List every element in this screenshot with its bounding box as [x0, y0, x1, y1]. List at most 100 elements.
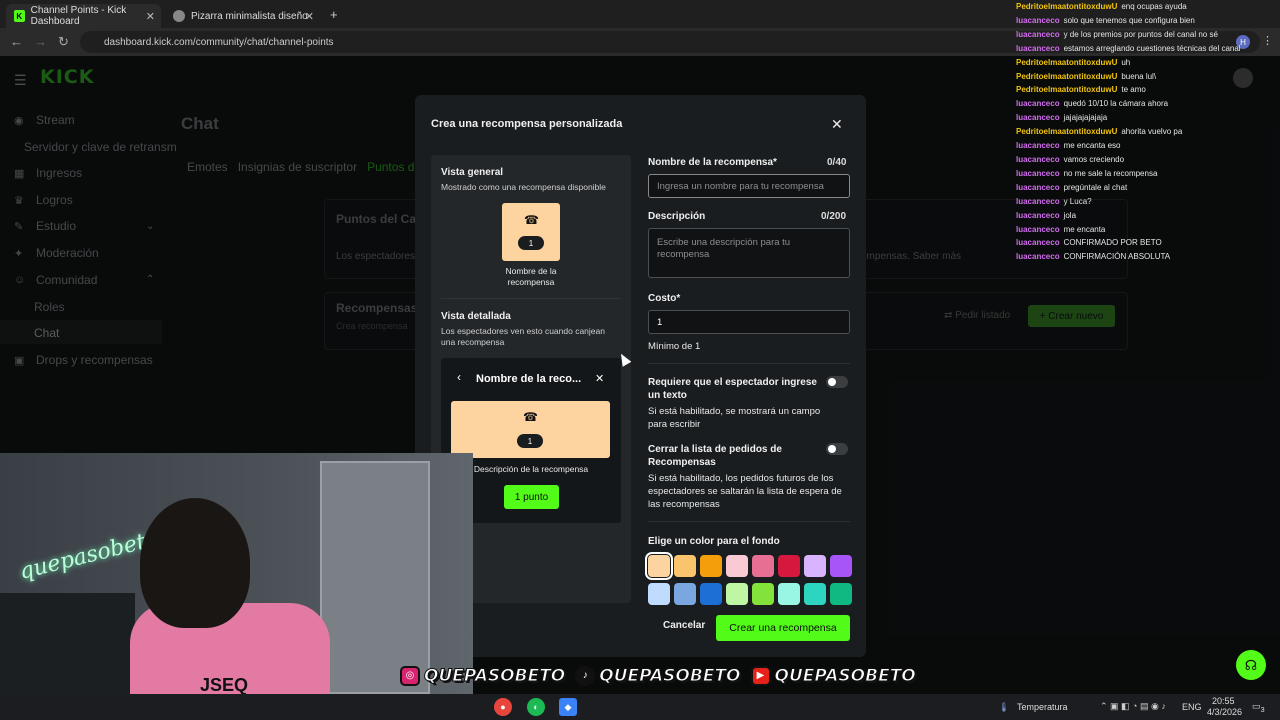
help-chat-icon[interactable]: ☊	[1236, 650, 1266, 680]
instagram-icon: ◎	[400, 665, 420, 686]
windows-taskbar: ● ◐ ◆ 🌡 Temperatura ⌃ ▣ ◧ ◔ ▤ ◉ ♪ ENG 20…	[0, 694, 1280, 720]
chat-message: luacanceco jola	[1016, 209, 1280, 223]
cancel-button[interactable]: Cancelar	[663, 620, 705, 631]
color-label: Elige un color para el fondo	[648, 536, 780, 547]
chat-username: luacanceco	[1016, 252, 1060, 262]
weather-text[interactable]: Temperatura	[1017, 702, 1068, 712]
tab-pizarra[interactable]: Pizarra minimalista diseño ✕	[165, 4, 320, 28]
color-swatch[interactable]	[674, 555, 696, 577]
detail-view-title: Vista detallada	[441, 311, 511, 322]
chat-message: luacanceco me encanta eso	[1016, 139, 1280, 153]
chat-username: luacanceco	[1016, 182, 1060, 192]
close-tab-icon[interactable]: ✕	[146, 10, 155, 23]
back-icon[interactable]: ←	[10, 34, 23, 49]
clock-time[interactable]: 20:55	[1212, 696, 1235, 706]
chat-username: PedritoelmaatontitoxduwU	[1016, 85, 1118, 95]
chat-text: me encanta eso	[1063, 141, 1121, 151]
tab-channel-points[interactable]: K Channel Points - Kick Dashboard ✕	[6, 4, 161, 28]
chat-message: luacanceco jajajajajajaja	[1016, 111, 1280, 125]
close-icon[interactable]: ✕	[831, 116, 843, 133]
color-swatch[interactable]	[645, 552, 673, 580]
cost-input[interactable]: 1	[648, 310, 850, 334]
chat-text: vamos creciendo	[1063, 154, 1125, 164]
color-swatch[interactable]	[804, 555, 826, 577]
tab-title: Pizarra minimalista diseño	[191, 10, 308, 22]
modal-title: Crea una recompensa personalizada	[431, 118, 623, 130]
reload-icon[interactable]: ↻	[58, 34, 69, 50]
divider	[648, 521, 850, 522]
require-text-help: Si está habilitado, se mostrará un campo…	[648, 406, 821, 430]
create-reward-button[interactable]: Crear una recompensa	[716, 615, 850, 641]
chat-username: PedritoelmaatontitoxduwU	[1016, 71, 1118, 81]
cost-pill: 1	[518, 236, 544, 250]
placeholder: Ingresa un nombre para tu recompensa	[657, 180, 824, 192]
close-list-label: Cerrar la lista de pedidos de Recompensa…	[648, 444, 782, 468]
chat-message: luacanceco me encanta	[1016, 223, 1280, 237]
chat-message: PedritoelmaatontitoxduwU enq ocupas ayuda	[1016, 0, 1280, 14]
app-blue-icon[interactable]: ◆	[559, 698, 577, 716]
chrome-icon[interactable]: ●	[494, 698, 512, 716]
chat-text: ahorita vuelvo pa	[1121, 127, 1183, 137]
close-tab-icon[interactable]: ✕	[305, 10, 314, 23]
chat-text: quedó 10/10 la cámara ahora	[1063, 99, 1169, 109]
chat-username: luacanceco	[1016, 43, 1060, 53]
chat-username: luacanceco	[1016, 29, 1060, 39]
webcam-feed: quepasobeto JSEQ	[0, 453, 473, 694]
color-swatch[interactable]	[778, 555, 800, 577]
tiktok-icon: ♪	[575, 665, 596, 686]
clock-date[interactable]: 4/3/2026	[1207, 707, 1242, 717]
color-swatch[interactable]	[674, 583, 696, 605]
divider	[441, 298, 621, 299]
color-swatch[interactable]	[648, 583, 670, 605]
color-swatch[interactable]	[726, 555, 748, 577]
app-green-icon[interactable]: ◐	[527, 698, 545, 716]
chat-text: CONFIRMACIÓN ABSOLUTA	[1063, 252, 1171, 262]
chat-text: buena lul\	[1121, 71, 1157, 81]
detail-header: Nombre de la reco...	[476, 373, 582, 385]
chat-username: luacanceco	[1016, 154, 1060, 164]
chat-username: luacanceco	[1016, 113, 1060, 123]
punto-button: 1 punto	[504, 485, 559, 509]
chat-text: jola	[1063, 210, 1077, 220]
reward-name-input[interactable]: Ingresa un nombre para tu recompensa	[648, 174, 850, 198]
color-swatch[interactable]	[752, 555, 774, 577]
chat-username: luacanceco	[1016, 238, 1060, 248]
color-swatch[interactable]	[700, 583, 722, 605]
system-tray-icons[interactable]: ⌃ ▣ ◧ ◔ ▤ ◉ ♪	[1100, 701, 1166, 712]
chat-text: estamos arreglando cuestiones técnicas d…	[1063, 43, 1241, 53]
globe-favicon-icon	[173, 10, 185, 22]
require-text-toggle[interactable]	[826, 376, 848, 388]
chat-message: PedritoelmaatontitoxduwU uh	[1016, 56, 1280, 70]
language-indicator[interactable]: ENG	[1182, 702, 1202, 712]
chat-message: luacanceco estamos arreglando cuestiones …	[1016, 42, 1280, 56]
chat-message: luacanceco y Luca?	[1016, 195, 1280, 209]
chat-text: solo que tenemos que configura bien	[1063, 15, 1195, 25]
description-textarea[interactable]: Escribe una descripción para tu recompen…	[648, 228, 850, 278]
description-counter: 0/200	[821, 211, 847, 222]
color-swatch[interactable]	[726, 583, 748, 605]
ticket-icon: ☎	[524, 213, 539, 227]
new-tab-icon[interactable]: +	[330, 7, 338, 22]
name-label: Nombre de la recompensa*	[648, 157, 777, 168]
stream-chat-overlay: PedritoelmaatontitoxduwU enq ocupas ayuda…	[1016, 0, 1280, 264]
notification-icon[interactable]: ▭3	[1252, 701, 1265, 714]
forward-icon[interactable]: →	[34, 34, 47, 49]
color-swatch[interactable]	[752, 583, 774, 605]
color-swatch[interactable]	[778, 583, 800, 605]
chat-message: luacanceco CONFIRMADO POR BETO	[1016, 236, 1280, 250]
chat-username: luacanceco	[1016, 196, 1060, 206]
require-text-label: Requiere que el espectador ingrese un te…	[648, 377, 817, 401]
instagram-handle: QUEPASOBETO	[423, 665, 566, 686]
color-swatch[interactable]	[830, 583, 852, 605]
color-swatch[interactable]	[830, 555, 852, 577]
detail-tile: ☎ 1	[451, 401, 610, 458]
color-swatch[interactable]	[804, 583, 826, 605]
create-reward-modal: Crea una recompensa personalizada ✕ Vist…	[415, 95, 866, 657]
social-handles: ◎ QUEPASOBETO ♪ QUEPASOBETO ▶ QUEPASOBET…	[400, 662, 922, 689]
close-list-toggle[interactable]	[826, 443, 848, 455]
chat-message: luacanceco no me sale la recompensa	[1016, 167, 1280, 181]
chat-text: me encanta	[1063, 224, 1106, 234]
chat-message: PedritoelmaatontitoxduwU ahorita vuelvo p…	[1016, 125, 1280, 139]
color-swatch[interactable]	[700, 555, 722, 577]
cost-label: Costo*	[648, 293, 681, 304]
